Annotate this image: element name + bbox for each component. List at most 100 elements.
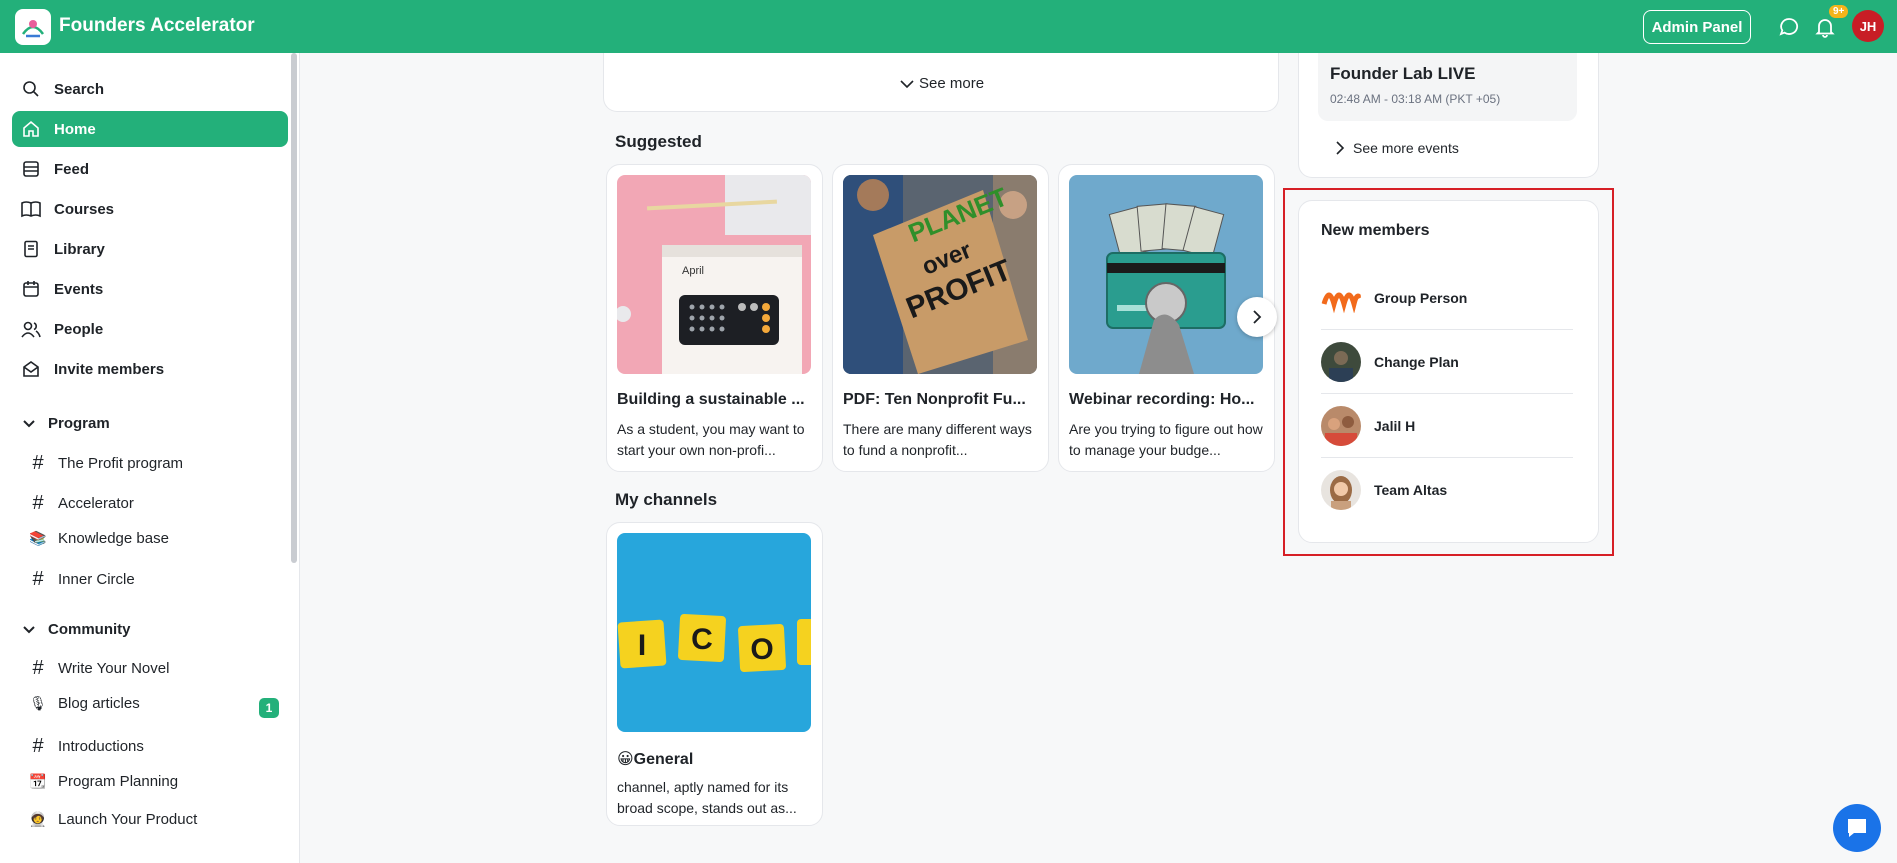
app-logo[interactable] <box>15 9 51 45</box>
see-more-events-button[interactable]: See more events <box>1335 140 1459 156</box>
card-title: 😀General <box>617 751 694 768</box>
admin-panel-button[interactable]: Admin Panel <box>1643 10 1751 44</box>
card-image-budget <box>1069 175 1263 374</box>
event-time: 02:48 AM - 03:18 AM (PKT +05) <box>1330 92 1501 106</box>
chevron-right-icon <box>1336 141 1345 155</box>
member-avatar <box>1321 405 1361 446</box>
channel-write-your-novel[interactable]: # Write Your Novel <box>28 657 288 680</box>
channel-label: Knowledge base <box>58 530 169 547</box>
user-avatar[interactable]: JH <box>1852 10 1884 42</box>
channel-label: Inner Circle <box>58 571 135 588</box>
member-row[interactable]: Jalil H <box>1321 394 1573 458</box>
section-program[interactable]: Program <box>22 415 110 432</box>
member-row[interactable]: Team Altas <box>1321 458 1573 522</box>
channel-label: Write Your Novel <box>58 660 170 677</box>
section-title: Community <box>48 621 131 638</box>
channel-program-planning[interactable]: 📆 Program Planning <box>28 773 288 790</box>
member-row[interactable]: Group Person <box>1321 266 1573 330</box>
member-avatar <box>1321 341 1361 382</box>
member-name: Group Person <box>1374 289 1468 306</box>
card-title: Webinar recording: Ho... <box>1069 391 1255 408</box>
hash-icon: # <box>32 568 44 590</box>
suggested-card[interactable]: PLANET over PROFIT PDF: Ten Nonprofit Fu… <box>832 164 1049 472</box>
hash-icon: # <box>32 657 44 679</box>
member-avatar <box>1321 277 1361 318</box>
library-icon <box>20 238 42 260</box>
nav-label: Courses <box>54 200 115 218</box>
nav-courses[interactable]: Courses <box>12 191 288 227</box>
member-name: Jalil H <box>1374 417 1416 434</box>
channel-label: Launch Your Product <box>58 811 198 828</box>
nav-label: Invite members <box>54 360 165 378</box>
carousel-next-button[interactable] <box>1237 297 1277 337</box>
card-description: There are many different ways to fund a … <box>843 421 1032 458</box>
section-community[interactable]: Community <box>22 621 131 638</box>
envelope-icon <box>20 358 42 380</box>
member-name: Change Plan <box>1374 353 1459 370</box>
channel-label: The Profit program <box>58 455 184 472</box>
see-more-label: See more <box>919 75 985 92</box>
suggested-title: Suggested <box>615 132 702 151</box>
channel-blog-articles[interactable]: 🎙 Blog articles <box>28 695 288 712</box>
calendar-emoji-icon: 📆 <box>29 773 47 789</box>
see-more-button[interactable]: See more <box>900 75 984 92</box>
microphone-emoji-icon: 🎙 <box>29 695 47 711</box>
feed-icon <box>20 158 42 180</box>
nav-feed[interactable]: Feed <box>12 151 288 187</box>
rocket-emoji-icon: 🧑‍🚀 <box>29 811 47 827</box>
tile-letter: I <box>638 629 646 662</box>
april-text: April <box>682 265 704 277</box>
nav-search[interactable]: Search <box>12 71 288 107</box>
channel-accelerator[interactable]: # Accelerator <box>28 492 288 515</box>
new-members-title: New members <box>1321 222 1430 239</box>
chevron-down-icon <box>900 79 914 88</box>
member-avatar <box>1321 470 1361 510</box>
home-icon <box>20 118 42 140</box>
section-title: Program <box>48 415 110 432</box>
suggested-card[interactable]: April Building a sustainable ... As a st… <box>606 164 823 472</box>
nav-library[interactable]: Library <box>12 231 288 267</box>
chat-icon[interactable] <box>1778 16 1800 38</box>
book-icon <box>20 198 42 220</box>
unread-count-badge: 1 <box>259 698 279 718</box>
channel-the-profit-program[interactable]: # The Profit program <box>28 452 288 475</box>
nav-people[interactable]: People <box>12 311 288 347</box>
nav-home[interactable]: Home <box>12 111 288 147</box>
nav-label: People <box>54 320 104 338</box>
see-more-events-label: See more events <box>1353 140 1459 156</box>
new-members-card: New members Group Person Change Plan Jal… <box>1298 200 1599 543</box>
channel-launch-your-product[interactable]: 🧑‍🚀 Launch Your Product <box>28 811 288 828</box>
card-image-icon-tiles: I C O <box>617 533 811 732</box>
channel-introductions[interactable]: # Introductions <box>28 735 288 758</box>
bell-icon[interactable] <box>1814 16 1836 38</box>
channel-label: Program Planning <box>58 773 179 790</box>
channel-card[interactable]: I C O 😀General channel, aptly named for … <box>606 522 823 826</box>
card-title: Building a sustainable ... <box>617 391 805 408</box>
app-title[interactable]: Founders Accelerator <box>59 15 255 37</box>
channel-label: Blog articles <box>58 695 140 712</box>
member-row[interactable]: Change Plan <box>1321 330 1573 394</box>
card-description: As a student, you may want to start your… <box>617 421 805 458</box>
card-image-calculator: April <box>617 175 811 374</box>
chevron-down-icon <box>23 625 35 633</box>
top-bar: Founders Accelerator Admin Panel 9+ JH <box>0 0 1897 53</box>
events-card: Founder Lab LIVE 02:48 AM - 03:18 AM (PK… <box>1298 53 1599 178</box>
card-title: PDF: Ten Nonprofit Fu... <box>843 391 1026 408</box>
notification-badge: 9+ <box>1829 5 1849 18</box>
logo-icon <box>21 20 45 38</box>
sidebar-scrollbar[interactable] <box>291 53 297 563</box>
nav-label: Feed <box>54 160 90 178</box>
channel-label: Introductions <box>58 738 144 755</box>
hash-icon: # <box>32 492 44 514</box>
channel-inner-circle[interactable]: # Inner Circle <box>28 568 288 591</box>
books-emoji-icon: 📚 <box>29 530 47 546</box>
nav-label: Search <box>54 80 105 98</box>
nav-label: Home <box>54 120 96 138</box>
nav-invite-members[interactable]: Invite members <box>12 351 288 387</box>
event-item[interactable]: Founder Lab LIVE 02:48 AM - 03:18 AM (PK… <box>1318 53 1577 121</box>
chevron-right-icon <box>1253 310 1262 324</box>
search-icon <box>20 78 42 100</box>
channel-knowledge-base[interactable]: 📚 Knowledge base <box>28 530 288 547</box>
nav-events[interactable]: Events <box>12 271 288 307</box>
support-chat-button[interactable] <box>1833 804 1881 852</box>
